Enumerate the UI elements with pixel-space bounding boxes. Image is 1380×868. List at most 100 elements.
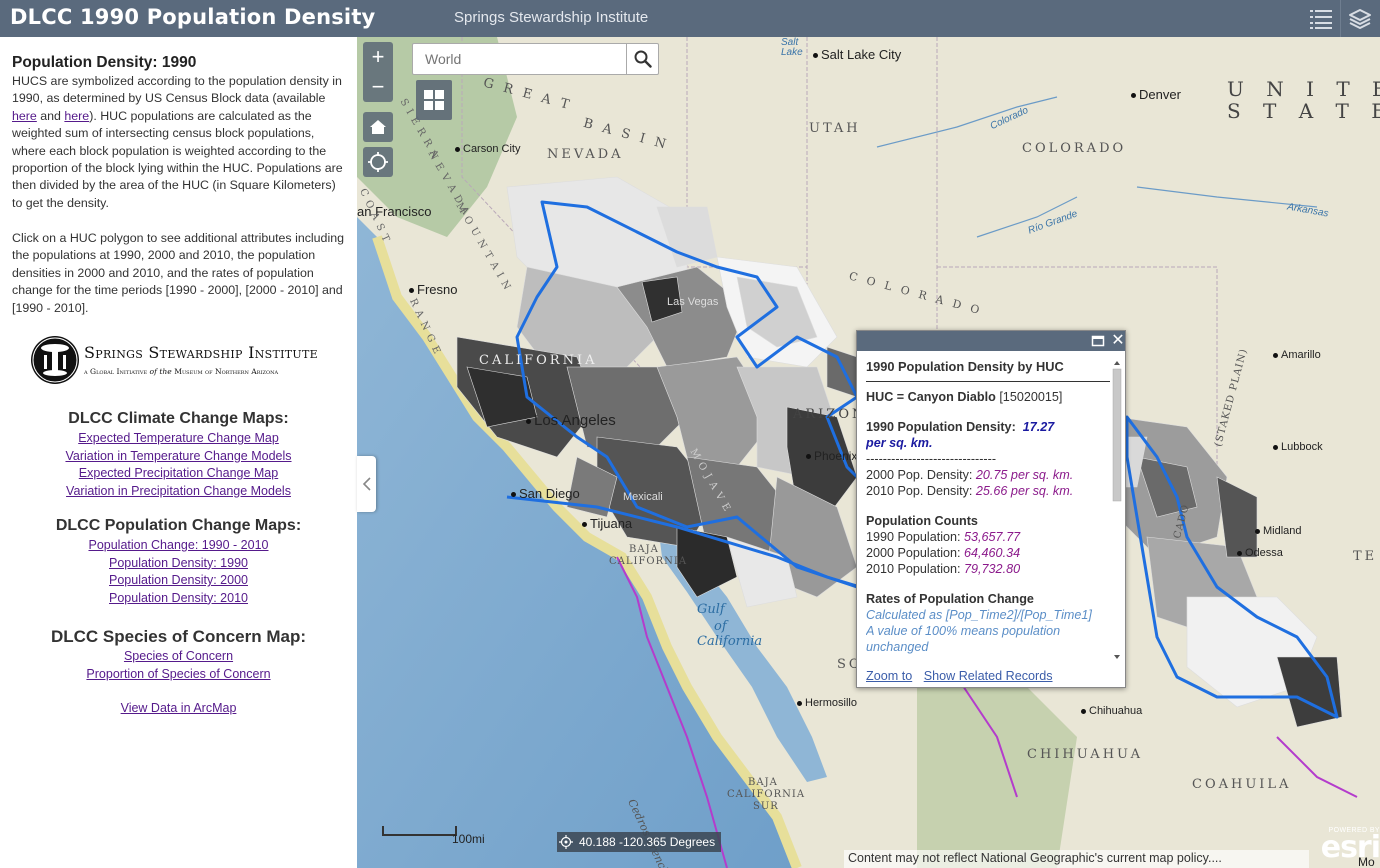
home-icon: [370, 120, 386, 134]
label-utah: UTAH: [809, 121, 861, 136]
density-2010-value: 25.66 per sq. km.: [975, 484, 1074, 498]
legend-list-button[interactable]: [1302, 0, 1340, 37]
zoom-in-button[interactable]: +: [363, 42, 393, 72]
link-variation-precipitation[interactable]: Variation in Precipitation Change Models: [0, 483, 357, 501]
list-icon: [1310, 9, 1332, 29]
section-heading: DLCC Climate Change Maps:: [68, 410, 289, 427]
view-in-arcmap-link[interactable]: View Data in ArcMap: [0, 700, 357, 718]
separator-line: -------------------------------: [866, 452, 997, 466]
label-nevada: NEVADA: [547, 147, 624, 162]
info-popup: ✕ 1990 Population Density by HUC HUC = C…: [856, 330, 1126, 688]
label-amarillo: Amarillo: [1273, 349, 1321, 361]
pop-2010-label: 2010 Population:: [866, 562, 961, 576]
link-population-change[interactable]: Population Change: 1990 - 2010: [0, 537, 357, 555]
search-input[interactable]: [413, 44, 627, 74]
density-1990-label: 1990 Population Density:: [866, 420, 1016, 434]
label-united: U N I T E: [1227, 77, 1380, 101]
locate-icon: [368, 152, 388, 172]
label-midland: Midland: [1255, 525, 1302, 537]
label-salt-lake-city: Salt Lake City: [813, 47, 901, 62]
scale-label: 100mi: [452, 832, 485, 846]
pop-2000-line: 2000 Population: 64,460.34: [866, 545, 1110, 561]
logo-tagline-c: Museum of Northern Arizona: [174, 367, 279, 376]
close-icon[interactable]: ✕: [1110, 332, 1126, 350]
app-header: DLCC 1990 Population Density Springs Ste…: [0, 0, 1380, 37]
density-2010-label: 2010 Pop. Density:: [866, 484, 973, 498]
pop-2010-line: 2010 Population: 79,732.80: [866, 561, 1110, 577]
esri-wordmark: esri: [1320, 830, 1380, 865]
home-button[interactable]: [363, 112, 393, 142]
link-proportion-species[interactable]: Proportion of Species of Concern: [0, 666, 357, 684]
label-gulf: Gulf: [697, 602, 725, 617]
popup-title: 1990 Population Density by HUC: [866, 359, 1110, 382]
huc-name: HUC = Canyon Diablo: [866, 390, 996, 404]
logo-tagline: a Global Initiative of the Museum of Nor…: [84, 363, 278, 380]
label-chihuahua-state: CHIHUAHUA: [1027, 747, 1143, 762]
collapse-sidebar-button[interactable]: [357, 456, 376, 512]
label-las-vegas: Las Vegas: [667, 296, 719, 308]
scale-bar: [382, 826, 457, 836]
popup-content: 1990 Population Density by HUC HUC = Can…: [866, 359, 1110, 664]
zoom-out-button[interactable]: −: [363, 72, 393, 102]
coordinate-display[interactable]: 40.188 -120.365 Degrees: [557, 832, 722, 852]
density-2000-value: 20.75 per sq. km.: [975, 468, 1074, 482]
show-related-records-link[interactable]: Show Related Records: [924, 669, 1053, 683]
layers-button[interactable]: [1340, 0, 1378, 37]
rates-note-1: Calculated as [Pop_Time2]/[Pop_Time1]: [866, 608, 1092, 622]
sidebar-panel: Population Density: 1990 HUCS are symbol…: [0, 37, 357, 868]
map-view[interactable]: Salt Lake City Salt Lake Denver U N I T …: [357, 37, 1380, 868]
link-density-2010[interactable]: Population Density: 2010: [0, 590, 357, 608]
logo-name: Springs Stewardship Institute: [84, 343, 318, 362]
popup-actions: Zoom to Show Related Records: [866, 669, 1061, 683]
species-maps-section: DLCC Species of Concern Map: Species of …: [0, 626, 357, 683]
label-tijuana: Tijuana: [582, 516, 632, 531]
population-maps-section: DLCC Population Change Maps: Population …: [0, 515, 357, 607]
label-mexicali: Mexicali: [623, 491, 663, 503]
basemap-gallery-button[interactable]: [416, 80, 452, 120]
label-phoenix: Phoenix: [806, 449, 857, 463]
census-link-1[interactable]: here: [12, 109, 37, 123]
popup-scrollbar[interactable]: [1111, 359, 1123, 661]
label-coahuila: COAHUILA: [1192, 777, 1292, 792]
huc-name-line: HUC = Canyon Diablo [15020015]: [866, 389, 1110, 405]
density-2010-line: 2010 Pop. Density: 25.66 per sq. km.: [866, 483, 1110, 499]
link-variation-temperature[interactable]: Variation in Temperature Change Models: [0, 448, 357, 466]
arcmap-section: View Data in ArcMap: [0, 700, 357, 718]
maximize-icon[interactable]: [1091, 334, 1105, 348]
map-attribution[interactable]: Content may not reflect National Geograp…: [844, 850, 1309, 868]
label-chihuahua-city: Chihuahua: [1081, 705, 1142, 717]
density-1990-line: 1990 Population Density: 17.27: [866, 419, 1110, 435]
link-density-2000[interactable]: Population Density: 2000: [0, 572, 357, 590]
search-button[interactable]: [626, 44, 658, 74]
section-heading: DLCC Population Change Maps:: [55, 517, 302, 534]
label-gulf-california: California: [697, 634, 763, 649]
label-los-angeles: Los Angeles: [526, 412, 616, 429]
label-gulf-of: of: [714, 619, 727, 634]
density-unit: per sq. km.: [866, 436, 933, 450]
pop-1990-value: 53,657.77: [964, 530, 1021, 544]
label-texas: TE: [1353, 549, 1378, 564]
app-window: DLCC 1990 Population Density Springs Ste…: [0, 0, 1380, 868]
zoom-to-link[interactable]: Zoom to: [866, 669, 912, 683]
link-density-1990[interactable]: Population Density: 1990: [0, 555, 357, 573]
label-baja-sur-b: CALIFORNIA: [727, 789, 806, 800]
chevron-left-icon: [362, 477, 371, 491]
zoom-controls: + −: [363, 42, 393, 102]
label-lake: Lake: [781, 47, 803, 58]
grid-icon: [424, 90, 444, 110]
link-expected-precipitation[interactable]: Expected Precipitation Change Map: [0, 465, 357, 483]
locate-button[interactable]: [363, 147, 393, 177]
panel-instructions: Click on a HUC polygon to see additional…: [12, 231, 344, 315]
search-box: [412, 43, 659, 75]
label-san-diego: San Diego: [511, 486, 580, 501]
density-2000-label: 2000 Pop. Density:: [866, 468, 973, 482]
census-link-2[interactable]: here: [64, 109, 89, 123]
logo-tagline-b: of the: [149, 367, 172, 376]
popup-header: ✕: [857, 331, 1125, 351]
link-species-of-concern[interactable]: Species of Concern: [0, 648, 357, 666]
link-expected-temperature[interactable]: Expected Temperature Change Map: [0, 430, 357, 448]
density-2000-line: 2000 Pop. Density: 20.75 per sq. km.: [866, 467, 1110, 483]
label-denver: Denver: [1131, 87, 1181, 102]
rates-note-2: A value of 100% means population unchang…: [866, 624, 1061, 654]
density-1990-value: 17.27: [1022, 420, 1055, 434]
